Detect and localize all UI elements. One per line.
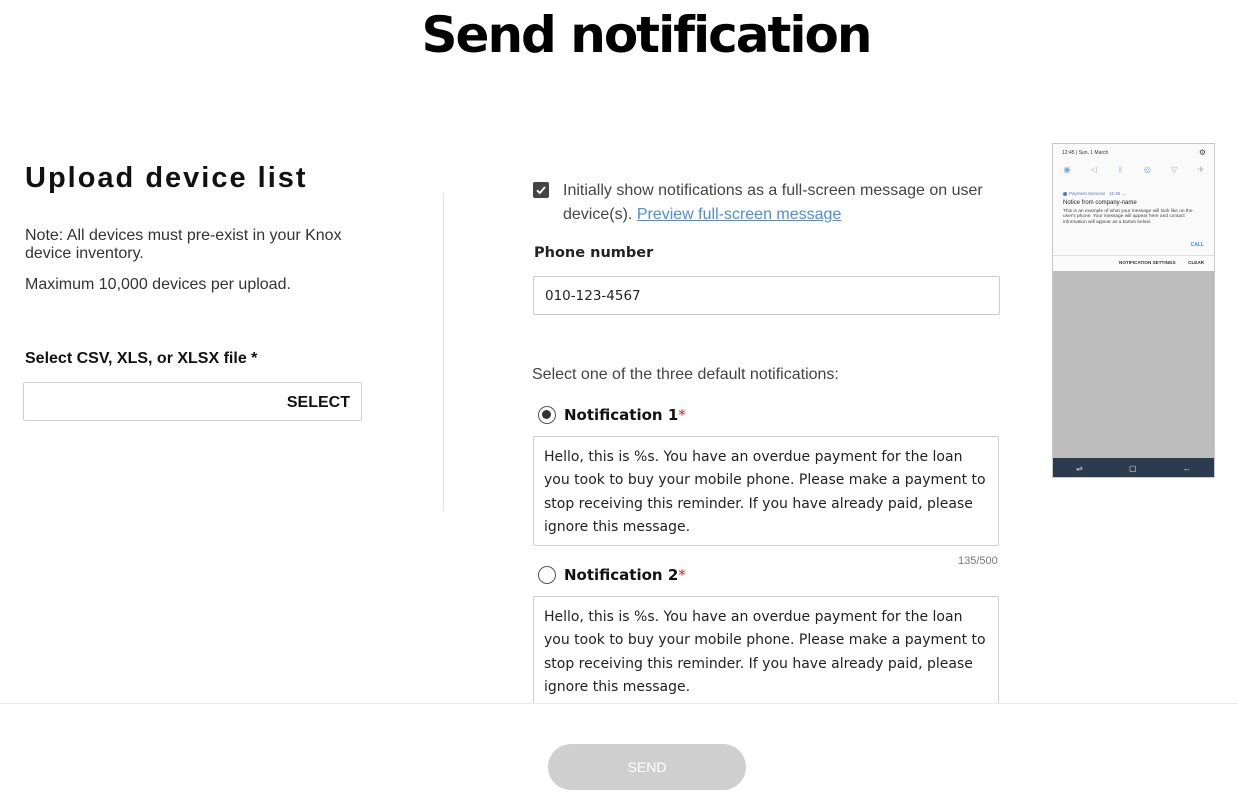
required-mark: *	[678, 406, 686, 424]
notice-body: This is an example of what your message …	[1063, 209, 1193, 225]
panel-divider	[1053, 255, 1214, 256]
fullscreen-checkbox[interactable]	[533, 182, 549, 198]
phone-number-input[interactable]	[533, 276, 1000, 315]
phone-preview: 12:45 | Sun, 1 March ⚙ ◉ ◁ ᛒ ◎ ▽ ✈ Payme…	[1052, 143, 1215, 478]
notification-2-radio[interactable]	[538, 566, 556, 584]
file-input[interactable]: SELECT	[23, 382, 362, 421]
checkmark-icon	[536, 186, 546, 195]
required-mark: *	[678, 566, 686, 584]
file-label: Select CSV, XLS, or XLSX file *	[25, 350, 258, 367]
app-name: Payment Services · 11:35 ⌄	[1063, 191, 1125, 197]
notification-1-label: Notification 1*	[564, 406, 686, 424]
phone-nav-bar: ⇌ ▢ ←	[1053, 458, 1214, 477]
character-counter: 135/500	[958, 555, 998, 567]
upload-title: Upload device list	[25, 162, 308, 194]
gear-icon: ⚙	[1198, 148, 1206, 157]
app-name-text: Payment Services · 11:35 ⌄	[1069, 191, 1126, 196]
phone-number-label: Phone number	[534, 245, 654, 261]
notification-1-radio[interactable]	[538, 406, 556, 424]
flashlight-icon: ▽	[1171, 165, 1178, 174]
notification-1-message[interactable]: Hello, this is %s. You have an overdue p…	[533, 436, 999, 546]
notice-title: Notice from company-name	[1063, 200, 1137, 206]
column-divider	[443, 193, 444, 511]
home-icon: ▢	[1129, 463, 1137, 473]
nfc-icon: ◎	[1143, 165, 1151, 174]
notification-2-label-text: Notification 2	[564, 566, 679, 584]
default-notifications-prompt: Select one of the three default notifica…	[532, 366, 839, 383]
notification-panel: 12:45 | Sun, 1 March ⚙ ◉ ◁ ᛒ ◎ ▽ ✈ Payme…	[1053, 144, 1214, 271]
app-dot-icon	[1063, 191, 1067, 196]
max-devices-note: Maximum 10,000 devices per upload.	[25, 276, 291, 293]
bluetooth-icon: ᛒ	[1118, 165, 1123, 174]
preview-fullscreen-link[interactable]: Preview full-screen message	[637, 206, 842, 223]
notification-settings-button: NOTIFICATION SETTINGS	[1119, 260, 1176, 265]
wifi-icon: ◉	[1063, 165, 1071, 174]
airplane-icon: ✈	[1197, 165, 1205, 174]
mute-icon: ◁	[1090, 165, 1097, 174]
call-button: CALL	[1190, 242, 1204, 248]
send-button[interactable]: SEND	[548, 744, 746, 790]
notification-1-label-text: Notification 1	[564, 406, 679, 424]
notification-2-label: Notification 2*	[564, 566, 686, 584]
fullscreen-option: Initially show notifications as a full-s…	[563, 179, 1003, 227]
inventory-note: Note: All devices must pre-exist in your…	[25, 227, 342, 262]
select-file-button[interactable]: SELECT	[287, 394, 350, 412]
page-title: Send notification	[421, 6, 873, 64]
back-icon: ←	[1182, 463, 1191, 473]
recents-icon: ⇌	[1076, 463, 1083, 473]
quick-settings: ◉ ◁ ᛒ ◎ ▽ ✈	[1061, 165, 1207, 174]
notification-2-message[interactable]: Hello, this is %s. You have an overdue p…	[533, 596, 999, 706]
status-time: 12:45 | Sun, 1 March	[1062, 150, 1109, 156]
clear-button: CLEAR	[1188, 260, 1204, 265]
